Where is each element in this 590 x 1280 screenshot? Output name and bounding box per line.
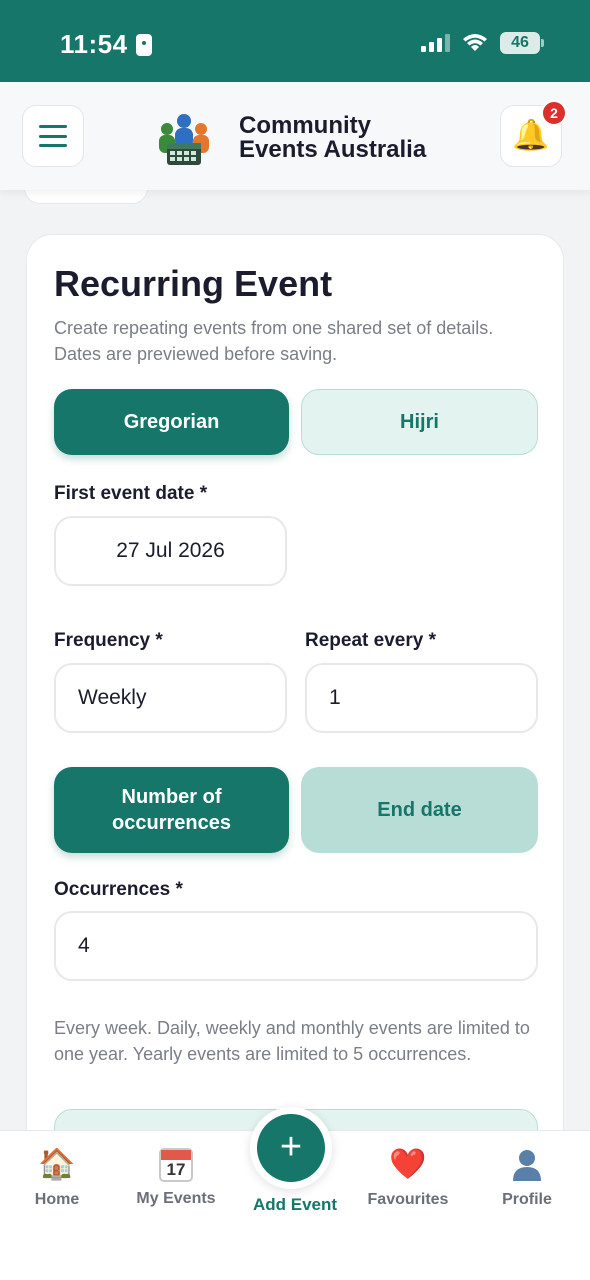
occurrences-label: Occurrences *: [54, 879, 183, 900]
status-bar: 11:54 46: [0, 0, 590, 82]
nav-favourites[interactable]: ❤️ Favourites: [353, 1147, 463, 1209]
recurring-event-card: Recurring Event Create repeating events …: [26, 234, 564, 1234]
profile-icon: [513, 1150, 541, 1181]
add-event-button[interactable]: +: [250, 1107, 332, 1189]
heart-icon: ❤️: [389, 1148, 427, 1181]
hijri-toggle[interactable]: Hijri: [301, 389, 538, 455]
nav-home[interactable]: 🏠 Home: [2, 1147, 112, 1209]
wifi-icon: [463, 34, 487, 51]
end-date-toggle[interactable]: End date: [301, 767, 538, 853]
calendar-icon-day: 17: [166, 1160, 186, 1179]
page-title: Recurring Event: [54, 263, 333, 304]
status-time: 11:54: [60, 29, 152, 60]
repeat-every-input[interactable]: 1: [305, 663, 538, 733]
gregorian-toggle[interactable]: Gregorian: [54, 389, 289, 455]
hamburger-icon: [39, 125, 67, 147]
nav-my-events[interactable]: 17 My Events: [121, 1147, 231, 1208]
first-date-label: First event date *: [54, 483, 208, 504]
number-of-occurrences-toggle[interactable]: Number of occurrences: [54, 767, 289, 853]
id-card-icon: [135, 33, 152, 56]
app-title-line2: Events Australia: [239, 136, 427, 163]
occurrences-input[interactable]: 4: [54, 911, 538, 981]
first-date-field[interactable]: 27 Jul 2026: [54, 516, 287, 586]
battery-icon: 46: [500, 32, 544, 54]
nav-profile-label: Profile: [502, 1191, 552, 1208]
nav-profile[interactable]: Profile: [472, 1147, 582, 1209]
status-indicators: 46: [421, 32, 544, 54]
notification-count-badge: 2: [541, 100, 567, 126]
menu-button[interactable]: [22, 105, 84, 167]
bell-icon: 🔔: [512, 119, 550, 152]
community-logo-icon: [159, 114, 209, 165]
status-time-text: 11:54: [60, 29, 128, 59]
nav-favourites-label: Favourites: [367, 1191, 449, 1208]
bottom-navigation: 🏠 Home 17 My Events + Add Event ❤️ Favou…: [0, 1107, 590, 1280]
repeat-every-label: Repeat every *: [305, 630, 436, 651]
calendar-icon: 17: [159, 1148, 193, 1182]
nav-home-label: Home: [34, 1191, 80, 1208]
app-title: Community Events Australia: [239, 114, 469, 162]
notifications-button[interactable]: 🔔 2: [500, 100, 567, 167]
app-header: Community Events Australia 🔔 2: [0, 82, 590, 190]
app-title-line1: Community: [239, 112, 371, 139]
nav-add-event-label[interactable]: Add Event: [236, 1195, 354, 1215]
nav-my-events-label: My Events: [136, 1190, 216, 1207]
plus-icon: +: [257, 1114, 325, 1182]
page-description: Create repeating events from one shared …: [54, 318, 494, 364]
recurrence-helper-text: Every week. Daily, weekly and monthly ev…: [54, 1018, 530, 1064]
cellular-signal-icon: [421, 34, 450, 52]
house-icon: 🏠: [38, 1148, 76, 1181]
frequency-select[interactable]: Weekly: [54, 663, 287, 733]
frequency-label: Frequency *: [54, 630, 163, 651]
brand: Community Events Australia: [155, 109, 469, 167]
